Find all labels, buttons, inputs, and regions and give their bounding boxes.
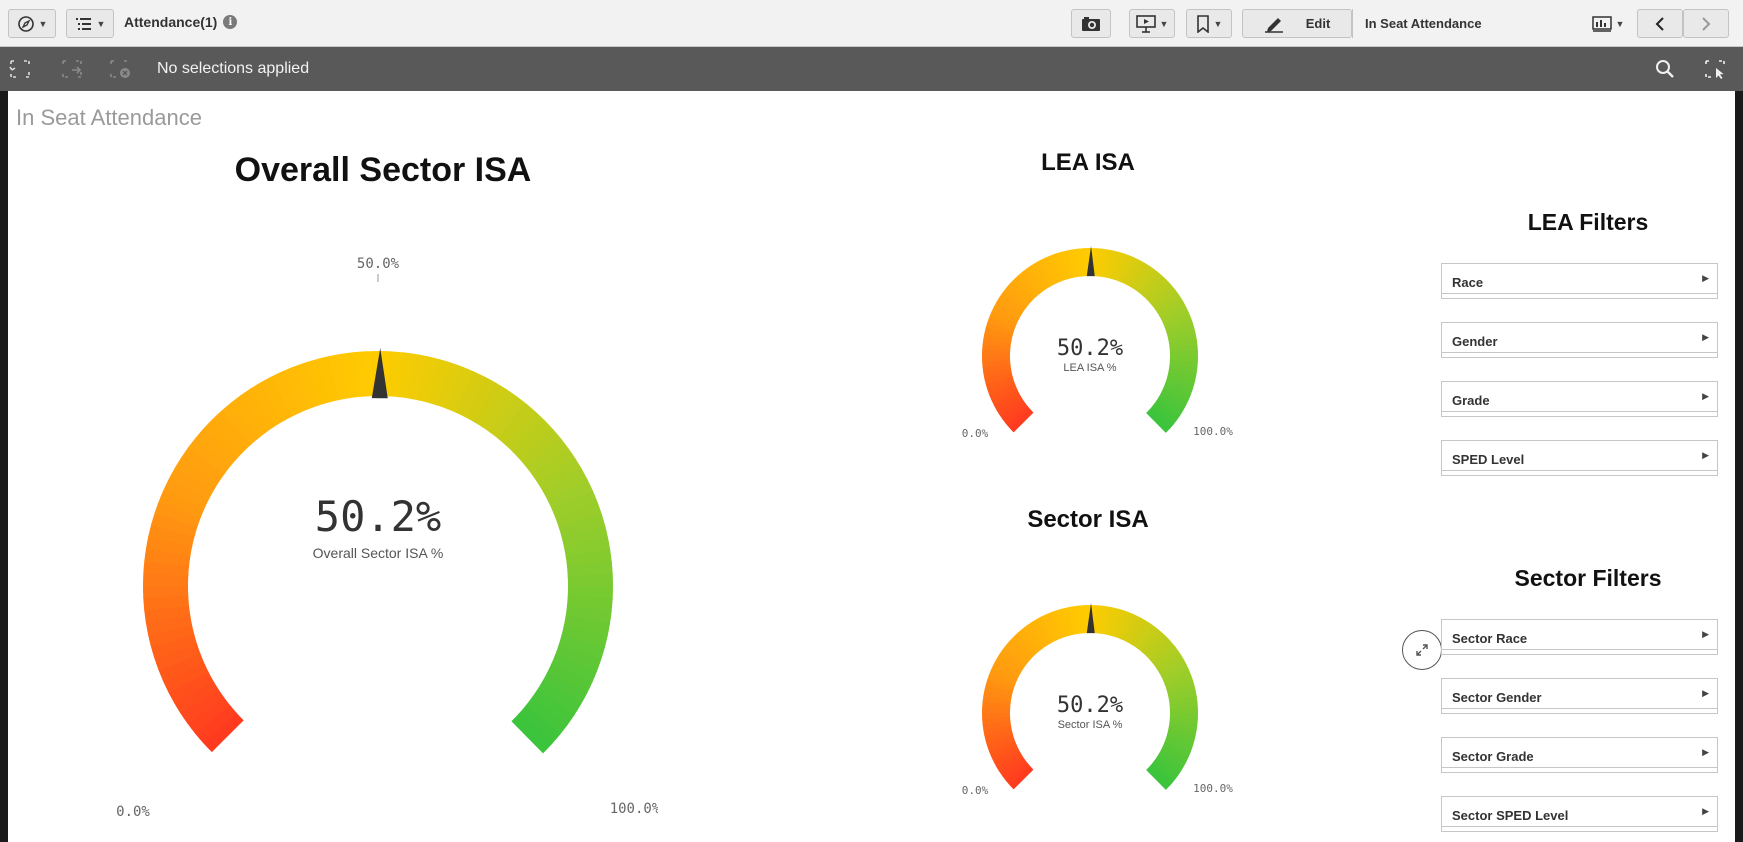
filter-label: Sector Gender [1452,690,1542,705]
expand-arrow-icon: ▶ [1702,747,1709,757]
gauge-value: 50.2% [315,492,441,541]
info-icon[interactable]: i [223,15,238,29]
current-sheet-name: In Seat Attendance [1365,16,1482,31]
bookmark-icon [1196,14,1209,33]
gauge-arc-segment [143,584,189,599]
expand-icon [1416,644,1428,656]
lea-gauge-title: LEA ISA [1041,149,1135,176]
filter-underline [1442,293,1717,294]
filter-label: SPED Level [1452,452,1525,467]
gauge-max-label: 100.0% [1193,782,1233,795]
search-icon[interactable] [1653,58,1677,80]
selections-status: No selections applied [157,60,310,77]
selection-tool-icon[interactable] [1703,58,1727,80]
chevron-left-icon [1655,16,1664,31]
filter-label: Gender [1452,334,1498,349]
sector-isa-gauge[interactable]: 50.2% Sector ISA % 0.0% 100.0% [953,588,1243,823]
top-toolbar: ▼ ▼ Attendance(1) i ▼ ▼ Edit In Seat Att… [0,0,1743,47]
app-title-text: Attendance(1) [124,14,218,30]
next-sheet-button[interactable] [1683,9,1729,38]
gauge-measure-label: LEA ISA % [1063,362,1116,374]
expand-button[interactable] [1402,630,1442,670]
expand-arrow-icon: ▶ [1702,332,1709,342]
filter-label: Race [1452,275,1484,290]
filter-underline [1442,470,1717,471]
filter-sped-level[interactable]: SPED Level ▶ [1441,440,1718,476]
expand-arrow-icon: ▶ [1702,629,1709,639]
filter-underline [1442,708,1717,709]
gauge-min-label: 0.0% [116,804,150,820]
filter-underline [1442,352,1717,353]
lea-isa-gauge[interactable]: 50.2% LEA ISA % 0.0% 100.0% [953,231,1243,466]
caret-down-icon: ▼ [1159,18,1169,29]
navigation-menu-button[interactable]: ▼ [8,9,56,38]
snapshot-button[interactable] [1071,9,1111,38]
gauge-value: 50.2% [1057,693,1123,718]
compass-icon [17,15,34,32]
presentation-icon [1135,14,1156,33]
expand-arrow-icon: ▶ [1702,391,1709,401]
expand-arrow-icon: ▶ [1702,806,1709,816]
sheet-title: In Seat Attendance [16,105,202,130]
filter-sector-race[interactable]: Sector Race ▶ [1441,619,1718,655]
caret-down-icon: ▼ [1213,18,1223,29]
gauge-measure-label: Overall Sector ISA % [313,545,444,561]
expand-arrow-icon: ▶ [1702,688,1709,698]
gauge-measure-label: Sector ISA % [1058,719,1123,731]
filter-sector-grade[interactable]: Sector Grade ▶ [1441,737,1718,773]
step-back-icon[interactable] [8,58,32,80]
camera-icon [1082,16,1100,31]
gauge-min-label: 0.0% [962,784,989,797]
filter-underline [1442,649,1717,650]
caret-down-icon: ▼ [96,18,106,29]
expand-arrow-icon: ▶ [1702,273,1709,283]
clear-selections-icon[interactable] [108,58,132,80]
gauge-arc-segment [567,573,613,588]
selections-bar: No selections applied [0,47,1743,91]
lea-filters-heading: LEA Filters [1527,209,1649,235]
filter-underline [1442,826,1717,827]
sheet-grid-icon [1591,15,1612,32]
pencil-icon [1264,17,1283,33]
overall-sector-isa-gauge[interactable]: 50.0% 50.2% Overall Sector ISA % 0.0% 10… [98,246,658,826]
list-icon [75,17,91,30]
sheet-canvas: In Seat Attendance Overall Sector ISA 50… [0,91,1743,842]
sheet-menu-button[interactable]: ▼ [1585,9,1631,38]
caret-down-icon: ▼ [38,18,48,29]
presentation-button[interactable]: ▼ [1129,9,1175,38]
overall-gauge-title: Overall Sector ISA [234,151,532,189]
filter-race[interactable]: Race ▶ [1441,263,1718,299]
sector-gauge-title: Sector ISA [1027,506,1149,533]
gauge-value: 50.2% [1057,336,1123,361]
filter-sector-sped-level[interactable]: Sector SPED Level ▶ [1441,796,1718,832]
sheets-menu-button[interactable]: ▼ [66,9,114,38]
chevron-right-icon [1702,16,1711,31]
caret-down-icon: ▼ [1615,18,1625,29]
sector-filters-heading: Sector Filters [1514,565,1662,591]
filter-label: Sector SPED Level [1452,808,1569,823]
expand-arrow-icon: ▶ [1702,450,1709,460]
gauge-max-label: 100.0% [1193,425,1233,438]
app-title: Attendance(1) i [124,14,238,30]
step-forward-icon[interactable] [60,58,84,80]
edit-button[interactable]: Edit [1242,9,1352,38]
filter-gender[interactable]: Gender ▶ [1441,322,1718,358]
gauge-min-label: 0.0% [962,427,989,440]
filter-grade[interactable]: Grade ▶ [1441,381,1718,417]
previous-sheet-button[interactable] [1637,9,1683,38]
edit-label: Edit [1305,16,1331,31]
filter-underline [1442,767,1717,768]
filter-sector-gender[interactable]: Sector Gender ▶ [1441,678,1718,714]
gauge-max-label: 100.0% [610,801,658,817]
gauge-mid-label: 50.0% [357,256,400,272]
filter-label: Sector Race [1452,631,1528,646]
filter-label: Grade [1452,393,1490,408]
bookmark-button[interactable]: ▼ [1186,9,1232,38]
filter-underline [1442,411,1717,412]
filter-label: Sector Grade [1452,749,1534,764]
